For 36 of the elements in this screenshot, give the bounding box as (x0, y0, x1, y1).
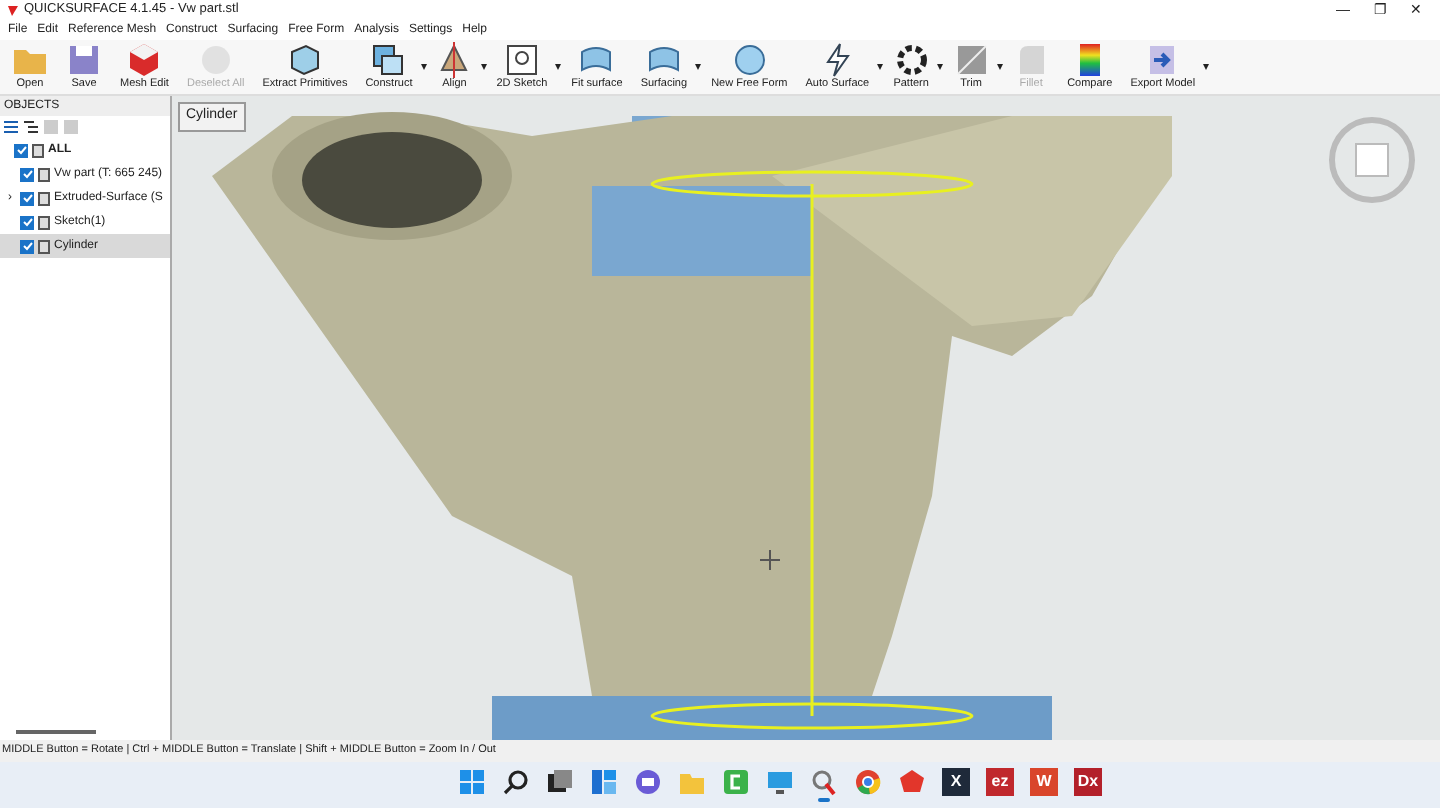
checkbox[interactable] (20, 215, 34, 229)
node-icon (38, 167, 50, 181)
app-icon[interactable] (722, 768, 750, 796)
app-icon[interactable]: X (942, 768, 970, 796)
shapes-icon (370, 42, 407, 79)
cube-icon (286, 42, 323, 79)
checkbox[interactable] (20, 167, 34, 181)
node-icon (38, 215, 50, 229)
align-icon (436, 42, 473, 79)
active-indicator (818, 798, 830, 802)
app-icon[interactable]: W (1030, 768, 1058, 796)
node-icon (38, 191, 50, 205)
crosshair-cursor-icon (759, 549, 781, 571)
browser-icon[interactable] (854, 768, 882, 796)
freeform-icon (731, 42, 768, 79)
widgets-icon[interactable] (590, 768, 618, 796)
tree-view-icon[interactable] (24, 120, 38, 134)
scrollbar[interactable] (16, 730, 96, 734)
monitor-icon[interactable] (766, 768, 794, 796)
app-icon[interactable]: ez (986, 768, 1014, 796)
circle-icon (197, 42, 234, 79)
node-icon (38, 239, 50, 253)
search-icon[interactable] (502, 768, 530, 796)
windows-icon[interactable] (546, 768, 574, 796)
start-icon[interactable] (458, 768, 486, 796)
app-icon[interactable]: Dx (1074, 768, 1102, 796)
app-logo-icon (6, 3, 20, 17)
app-icon[interactable] (898, 768, 926, 796)
pattern-icon (893, 42, 930, 79)
checkbox[interactable] (14, 143, 28, 157)
checkbox[interactable] (20, 191, 34, 205)
list-view-icon[interactable] (4, 120, 18, 134)
app-icon[interactable] (810, 768, 838, 796)
chat-icon[interactable] (634, 768, 662, 796)
node-icon (32, 143, 44, 157)
checkbox[interactable] (20, 239, 34, 253)
